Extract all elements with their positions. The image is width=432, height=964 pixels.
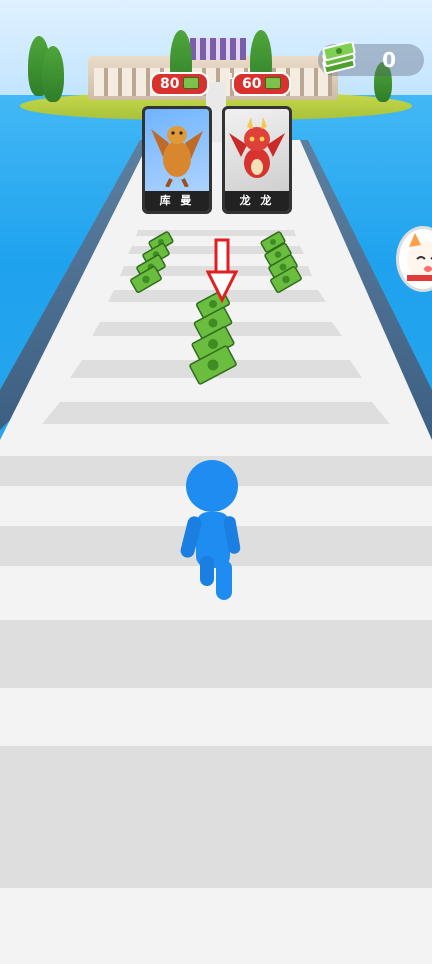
cash-icon bbox=[265, 77, 282, 89]
runway-track bbox=[0, 82, 432, 964]
red-dragon-image bbox=[229, 117, 285, 178]
cash-counter: 0 bbox=[318, 42, 424, 76]
left-card-badge: 80 bbox=[150, 72, 210, 96]
dragon-card-right[interactable]: 龙 龙 bbox=[222, 106, 292, 214]
dragon-card-left[interactable]: 库 曼 bbox=[142, 106, 212, 214]
lucky-cat-icon bbox=[407, 233, 432, 281]
left-card-name: 库 曼 bbox=[145, 191, 209, 211]
cash-stack-icon bbox=[322, 42, 356, 75]
left-card-badge-value: 80 bbox=[160, 76, 180, 92]
right-card-badge: 60 bbox=[232, 72, 292, 96]
cash-value: 0 bbox=[382, 48, 396, 72]
right-card-name: 龙 龙 bbox=[225, 191, 289, 211]
orange-dragon-image bbox=[151, 126, 203, 187]
cash-icon bbox=[183, 77, 200, 89]
game-scene[interactable]: 140 100 80 60 库 曼 龙 bbox=[0, 0, 432, 964]
right-card-badge-value: 60 bbox=[242, 76, 262, 92]
